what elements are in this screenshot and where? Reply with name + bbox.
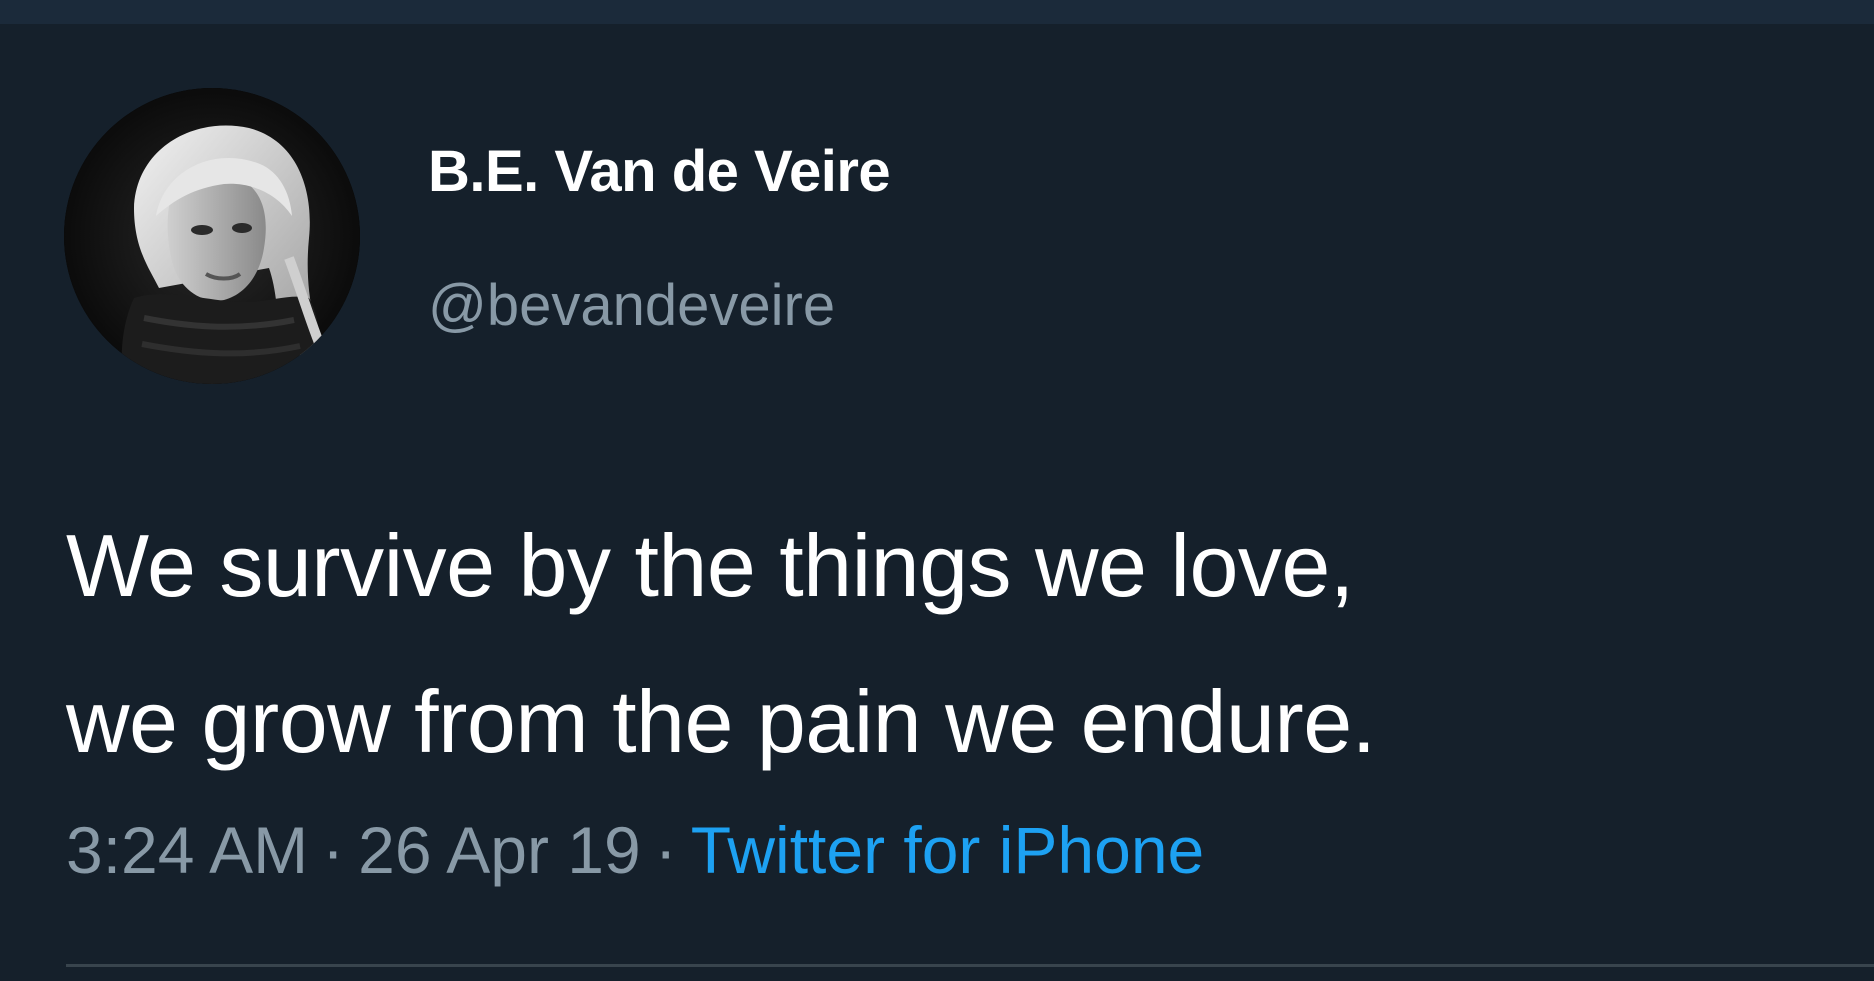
meta-separator: · — [654, 813, 677, 887]
tweet-text-line: We survive by the things we love, — [66, 516, 1354, 615]
author-display-name[interactable]: B.E. Van de Veire — [428, 138, 891, 205]
top-bar — [0, 0, 1874, 24]
tweet-date[interactable]: 26 Apr 19 — [358, 813, 641, 887]
profile-photo-icon — [64, 88, 360, 384]
avatar[interactable] — [64, 88, 360, 384]
divider — [66, 964, 1874, 967]
tweet-source-link[interactable]: Twitter for iPhone — [691, 813, 1205, 887]
author-handle[interactable]: @bevandeveire — [428, 272, 835, 339]
tweet-view: B.E. Van de Veire @bevandeveire We survi… — [0, 0, 1874, 981]
tweet-text-line: we grow from the pain we endure. — [66, 672, 1376, 771]
meta-separator: · — [322, 813, 345, 887]
tweet-meta: 3:24 AM · 26 Apr 19 · Twitter for iPhone — [66, 812, 1204, 888]
tweet-text: We survive by the things we love, we gro… — [66, 488, 1866, 800]
tweet-time[interactable]: 3:24 AM — [66, 813, 308, 887]
